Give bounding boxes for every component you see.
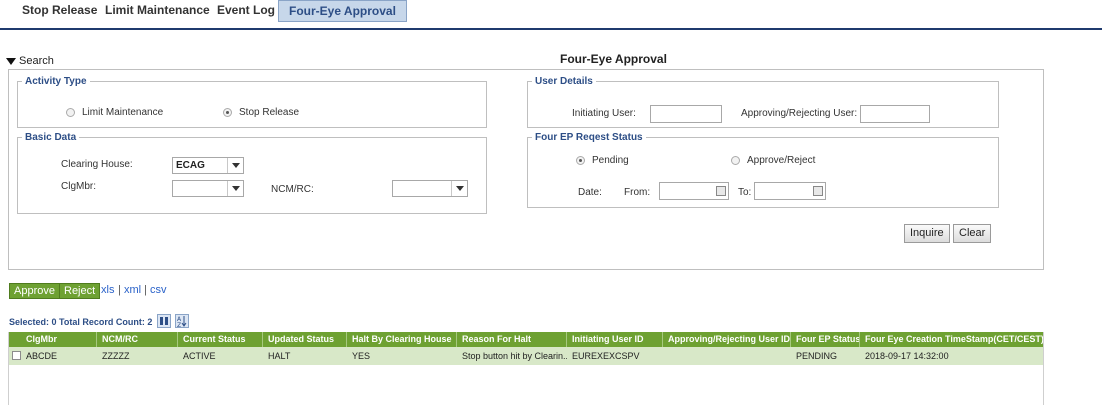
clgmbr-select[interactable] <box>172 180 244 197</box>
column-header[interactable]: Four EP Status <box>791 332 860 347</box>
approving-user-input[interactable] <box>860 105 930 123</box>
calendar-icon[interactable] <box>813 186 823 196</box>
row-checkbox[interactable] <box>12 351 21 360</box>
ncm-select[interactable] <box>392 180 468 197</box>
cell-ncm-rc: ZZZZZ <box>102 351 130 361</box>
approving-user-label: Approving/Rejecting User: <box>741 108 858 119</box>
calendar-icon[interactable] <box>716 186 726 196</box>
tab-event-log[interactable]: Event Log <box>207 0 285 22</box>
export-separator: | <box>118 284 121 296</box>
column-header[interactable]: NCM/RC <box>97 332 178 347</box>
dropdown-arrow-icon <box>227 158 243 173</box>
export-xls-link[interactable]: xls <box>101 284 114 296</box>
column-header[interactable]: Initiating User ID <box>567 332 663 347</box>
clgmbr-label: ClgMbr: <box>61 181 97 192</box>
clear-button[interactable]: Clear <box>953 224 992 243</box>
sort-icon[interactable]: AZ <box>175 314 189 328</box>
radio-dot-selected <box>223 108 232 117</box>
clearing-house-value: ECAG <box>176 160 205 171</box>
basic-data-group: Basic Data Clearing House: ECAG ClgMbr: … <box>17 132 487 214</box>
clearing-house-select[interactable]: ECAG <box>172 157 244 174</box>
basic-data-legend: Basic Data <box>25 132 77 143</box>
clearing-house-label: Clearing House: <box>61 159 133 170</box>
dropdown-arrow-icon <box>451 181 467 196</box>
request-status-group: Four EP Reqest Status Pending Approve/Re… <box>527 132 999 208</box>
from-date-input[interactable] <box>659 182 729 200</box>
ncm-label: NCM/RC: <box>271 184 314 195</box>
to-date-input[interactable] <box>754 182 826 200</box>
cell-current-status: ACTIVE <box>183 351 216 361</box>
to-label: To: <box>738 187 752 198</box>
export-xml-link[interactable]: xml <box>124 284 141 296</box>
results-grid: ClgMbr NCM/RC Current Status Updated Sta… <box>8 332 1044 405</box>
cell-four-ep-status: PENDING <box>796 351 838 361</box>
radio-pending[interactable]: Pending <box>576 155 629 166</box>
column-header[interactable]: Four Eye Creation TimeStamp(CET/CEST) <box>860 332 1043 347</box>
cell-halt-by-clearing-house: YES <box>352 351 371 361</box>
cell-initiating-user: EUREXEXCSPV <box>572 351 640 361</box>
svg-text:Z: Z <box>177 322 181 327</box>
column-header[interactable]: Current Status <box>178 332 263 347</box>
activity-type-group: Activity Type Limit Maintenance Stop Rel… <box>17 76 487 128</box>
radio-label: Limit Maintenance <box>82 107 164 118</box>
grid-header: ClgMbr NCM/RC Current Status Updated Sta… <box>9 332 1043 347</box>
initiating-user-input[interactable] <box>650 105 722 123</box>
radio-approve-reject[interactable]: Approve/Reject <box>731 155 815 166</box>
date-label: Date: <box>578 187 602 198</box>
activity-type-legend: Activity Type <box>25 76 87 87</box>
table-row[interactable]: ABCDE ZZZZZ ACTIVE HALT YES Stop button … <box>9 347 1043 365</box>
search-panel: Activity Type Limit Maintenance Stop Rel… <box>8 69 1044 270</box>
tab-limit-maintenance[interactable]: Limit Maintenance <box>95 0 220 22</box>
radio-limit-maintenance[interactable]: Limit Maintenance <box>66 107 163 118</box>
tab-stop-release[interactable]: Stop Release <box>12 0 107 22</box>
radio-label: Approve/Reject <box>747 155 816 166</box>
inquire-button[interactable]: Inquire <box>904 224 950 243</box>
column-header[interactable]: Reason For Halt <box>457 332 567 347</box>
triangle-down-icon <box>6 57 16 65</box>
export-csv-link[interactable]: csv <box>150 284 167 296</box>
page-title: Four-Eye Approval <box>560 52 667 66</box>
radio-stop-release[interactable]: Stop Release <box>223 107 299 118</box>
search-toggle[interactable]: Search <box>6 55 54 67</box>
column-header[interactable]: Updated Status <box>263 332 347 347</box>
cell-reason-for-halt: Stop button hit by Clearin... <box>462 351 567 361</box>
reject-button[interactable]: Reject <box>59 283 101 299</box>
cell-approving-user <box>663 347 791 365</box>
cell-clgmbr: ABCDE <box>26 351 58 361</box>
tab-bar: Stop Release Limit Maintenance Event Log… <box>0 0 1102 30</box>
initiating-user-label: Initiating User: <box>572 108 636 119</box>
from-label: From: <box>624 187 651 198</box>
column-header[interactable]: Approving/Rejecting User ID <box>663 332 791 347</box>
cell-creation-timestamp: 2018-09-17 14:32:00 <box>865 351 949 361</box>
request-status-legend: Four EP Reqest Status <box>535 132 643 143</box>
radio-dot-selected <box>576 156 585 165</box>
radio-label: Pending <box>592 155 629 166</box>
radio-label: Stop Release <box>239 107 300 118</box>
dropdown-arrow-icon <box>227 181 243 196</box>
approve-button[interactable]: Approve <box>9 283 60 299</box>
column-header[interactable]: ClgMbr <box>21 332 97 347</box>
tab-four-eye-approval[interactable]: Four-Eye Approval <box>278 0 407 22</box>
search-toggle-label: Search <box>19 55 54 67</box>
radio-dot <box>66 108 75 117</box>
export-separator: | <box>144 284 147 296</box>
user-details-legend: User Details <box>535 76 593 87</box>
column-header[interactable]: Halt By Clearing House <box>347 332 457 347</box>
radio-dot <box>731 156 740 165</box>
cell-updated-status: HALT <box>268 351 291 361</box>
record-count-text: Selected: 0 Total Record Count: 2 <box>9 317 153 327</box>
user-details-group: User Details Initiating User: Approving/… <box>527 76 999 128</box>
column-chooser-icon[interactable] <box>157 314 171 328</box>
